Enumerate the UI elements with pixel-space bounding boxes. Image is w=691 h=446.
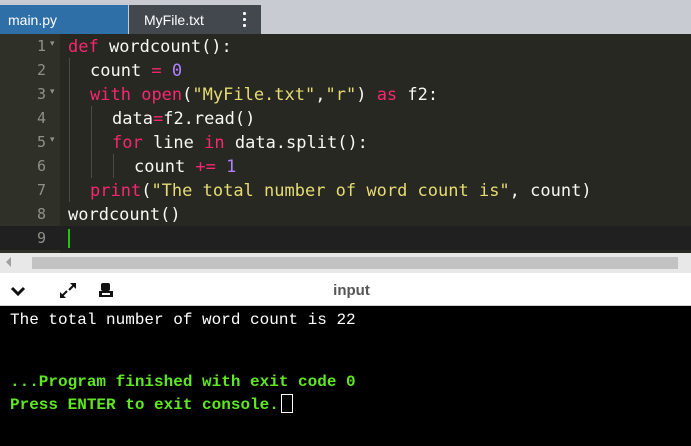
line-number: 6 [36,157,46,175]
code-line: 1 ▾ def wordcount(): [36,37,232,57]
code-line-active: 9 [0,226,691,250]
program-output: The total number of word count is 22 [10,311,356,329]
line-number: 7 [36,181,46,199]
exit-prompt: Press ENTER to exit console. [10,394,293,414]
fold-arrow-icon[interactable]: ▾ [50,39,55,49]
code-line: 6 count += 1 [0,154,691,178]
code-editor[interactable]: 1 ▾ def wordcount(): 2 count = 0 3 ▾ with … [0,34,691,253]
terminal-cursor [280,394,293,413]
line-number: 8 [36,205,46,223]
scroll-left-arrow-icon[interactable] [6,257,11,267]
code-line: 2 count = 0 [0,58,691,82]
fold-arrow-icon[interactable]: ▾ [50,87,55,97]
vertical-ellipsis-icon[interactable] [243,12,247,28]
tab-label: main.py [8,11,58,28]
scrollbar-thumb[interactable] [32,257,678,269]
output-console[interactable]: The total number of word count is 22 ...… [0,306,691,446]
code-line: 7 print("The total number of word count … [0,178,691,202]
code-line: 4 data=f2.read() [0,106,691,130]
tab-main-py[interactable]: main.py [0,5,128,34]
file-tab-bar: main.py MyFile.txt [0,0,691,34]
line-number: 2 [36,61,46,79]
tab-label: MyFile.txt [144,11,204,28]
text-cursor [68,229,70,248]
fold-arrow-icon[interactable]: ▾ [50,135,55,145]
line-number: 4 [36,109,46,127]
line-number: 5 [36,133,46,151]
console-toolbar: input [0,273,691,306]
console-title: input [333,282,370,299]
line-number: 9 [36,229,46,247]
code-line: 8 wordcount() [36,205,181,225]
line-number: 3 [36,85,46,103]
line-number: 1 [36,37,46,55]
code-line: 3 ▾ with open("MyFile.txt","r") as f2: [0,82,691,106]
tab-myfile-txt[interactable]: MyFile.txt [129,5,261,34]
horizontal-scrollbar[interactable] [0,253,691,273]
code-line: 5 ▾ for line in data.split(): [0,130,691,154]
exit-status: ...Program finished with exit code 0 [10,373,356,391]
